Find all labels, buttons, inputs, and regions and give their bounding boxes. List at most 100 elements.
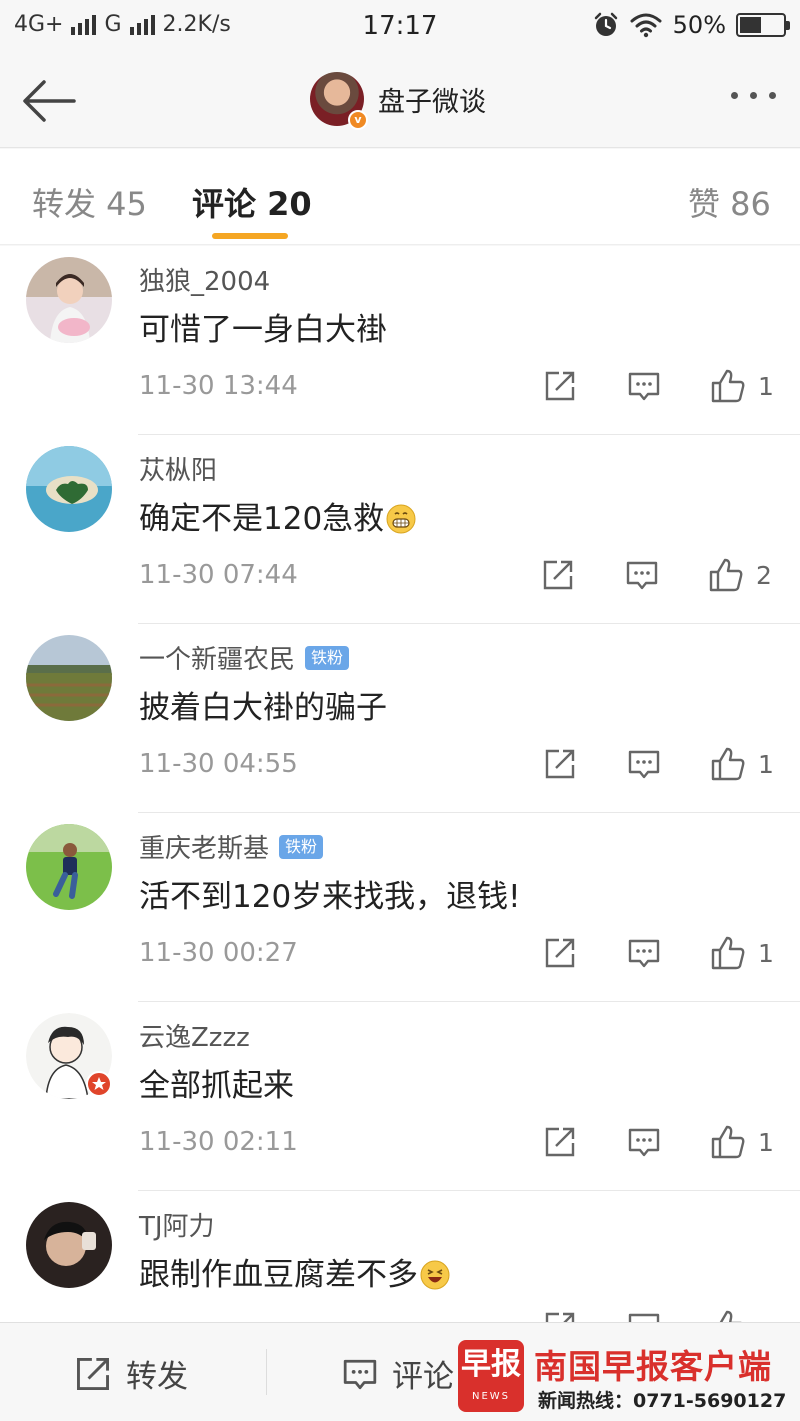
comment-username[interactable]: 重庆老斯基 铁粉 (139, 828, 324, 865)
comment-label: 评论 (392, 1359, 454, 1395)
comment-text-content: 披着白大褂的骗子 (139, 690, 387, 726)
like-button[interactable]: 1 (710, 746, 774, 782)
tab-comments[interactable]: 评论 20 (192, 179, 312, 225)
battery-fill (740, 17, 761, 33)
avatar[interactable] (26, 257, 112, 343)
avatar[interactable] (26, 824, 112, 910)
share-button[interactable] (543, 935, 577, 971)
thumb-up-icon (711, 369, 745, 403)
reply-button[interactable] (627, 746, 661, 782)
comment-text: 可惜了一身白大褂 (139, 304, 387, 349)
watermark-hotline: 新闻热线：0771-5690127 (538, 1390, 787, 1412)
like-button[interactable]: 1 (710, 935, 774, 971)
share-icon (545, 1312, 575, 1322)
active-tab-indicator (212, 233, 288, 239)
thumb-up-icon (711, 747, 745, 781)
reply-button[interactable] (627, 1124, 661, 1160)
comment-item: 独狼_2004 可惜了一身白大褂 11-30 13:44 1 (0, 246, 800, 435)
logo-text: 早报 (461, 1347, 521, 1382)
reply-button[interactable] (625, 557, 659, 593)
tab-repost[interactable]: 转发 45 (32, 179, 147, 225)
username-text: 云逸Zzzz (139, 1023, 250, 1053)
wifi-icon (630, 13, 662, 38)
like-count: 2 (756, 560, 772, 590)
star-badge-icon (86, 1071, 112, 1097)
share-button[interactable] (543, 746, 577, 782)
share-icon (545, 749, 575, 779)
news-watermark: 早报 NEWS 南国早报客户端 新闻热线：0771-5690127 (458, 1338, 800, 1416)
repost-label: 转发 (126, 1359, 188, 1395)
like-button[interactable]: 2 (708, 557, 772, 593)
comment-username[interactable]: 苁枞阳 (139, 450, 217, 487)
comment-item: 重庆老斯基 铁粉 活不到120岁来找我，退钱! 11-30 00:27 1 (0, 813, 800, 1002)
fan-badge: 铁粉 (279, 834, 324, 859)
thumb-up-icon (719, 1310, 742, 1322)
comment-item: 苁枞阳 确定不是120急救 11-30 07:44 2 (0, 435, 800, 624)
status-bar: 4G+ G 2.2K/s 17:17 50% (0, 0, 800, 54)
avatar[interactable] (26, 1202, 112, 1288)
share-icon (77, 1357, 109, 1390)
divider (266, 1349, 267, 1395)
like-button[interactable]: 1 (710, 1124, 774, 1160)
comment-text-content: 可惜了一身白大褂 (139, 312, 387, 348)
comment-username[interactable]: 云逸Zzzz (139, 1017, 250, 1054)
comment-username[interactable]: 独狼_2004 (139, 261, 270, 298)
comment-text: 全部抓起来 (139, 1060, 294, 1105)
comment-icon (628, 1313, 660, 1322)
news-logo: 早报 NEWS (458, 1340, 524, 1412)
reply-button[interactable] (627, 1309, 661, 1322)
comment-icon (628, 1128, 660, 1157)
username-text: TJ阿力 (139, 1212, 215, 1242)
fan-badge: 铁粉 (305, 645, 350, 670)
comment-icon (343, 1359, 377, 1389)
more-button[interactable] (731, 92, 776, 99)
share-button[interactable] (543, 1124, 577, 1160)
repost-button[interactable]: 转发 (74, 1351, 188, 1396)
like-count: 1 (758, 938, 774, 968)
tab-likes[interactable]: 赞 86 (688, 179, 771, 225)
reply-button[interactable] (627, 368, 661, 404)
avatar[interactable]: v (310, 72, 368, 130)
comment-actions: 1 (0, 1124, 800, 1160)
like-button[interactable] (710, 1309, 746, 1322)
share-button[interactable] (541, 557, 575, 593)
share-button[interactable] (543, 1309, 577, 1322)
comment-text-content: 活不到120岁来找我，退钱! (139, 879, 521, 915)
comment-username[interactable]: 一个新疆农民 铁粉 (139, 639, 350, 676)
status-right: 50% (593, 11, 790, 39)
comment-item: TJ阿力 跟制作血豆腐差不多 (0, 1191, 800, 1322)
comment-actions: 2 (0, 557, 800, 593)
comment-actions (0, 1309, 800, 1322)
thumb-up-icon (709, 558, 743, 592)
username-text: 苁枞阳 (139, 456, 218, 486)
share-icon (545, 938, 575, 968)
comment-actions: 1 (0, 368, 800, 404)
battery-icon (736, 13, 790, 37)
comment-button[interactable]: 评论 (342, 1351, 454, 1396)
comment-text-content: 跟制作血豆腐差不多 (139, 1257, 418, 1293)
share-icon (543, 560, 573, 590)
comment-text: 披着白大褂的骗子 (139, 682, 387, 727)
title-bar: v 盘子微谈 (0, 54, 800, 148)
comment-icon (626, 561, 658, 590)
comment-actions: 1 (0, 746, 800, 782)
avatar[interactable] (26, 635, 112, 721)
reply-button[interactable] (627, 935, 661, 971)
avatar[interactable] (26, 1013, 112, 1099)
comment-list[interactable]: 独狼_2004 可惜了一身白大褂 11-30 13:44 1 苁枞阳 确定不是1… (0, 246, 800, 1322)
more-icon-dot (750, 92, 757, 99)
more-icon-dot (769, 92, 776, 99)
share-button[interactable] (543, 368, 577, 404)
username-text: 一个新疆农民 (139, 645, 296, 675)
comment-text: 活不到120岁来找我，退钱! (139, 871, 521, 916)
comment-username[interactable]: TJ阿力 (139, 1206, 215, 1243)
laugh-emoji-icon (420, 1260, 450, 1290)
comment-item: 云逸Zzzz 全部抓起来 11-30 02:11 1 (0, 1002, 800, 1191)
back-arrow-icon (23, 80, 76, 122)
back-button[interactable] (20, 76, 76, 126)
like-button[interactable]: 1 (710, 368, 774, 404)
share-icon (545, 1127, 575, 1157)
avatar[interactable] (26, 446, 112, 532)
thumb-up-icon (711, 1125, 745, 1159)
profile-title[interactable]: v 盘子微谈 (310, 72, 486, 130)
